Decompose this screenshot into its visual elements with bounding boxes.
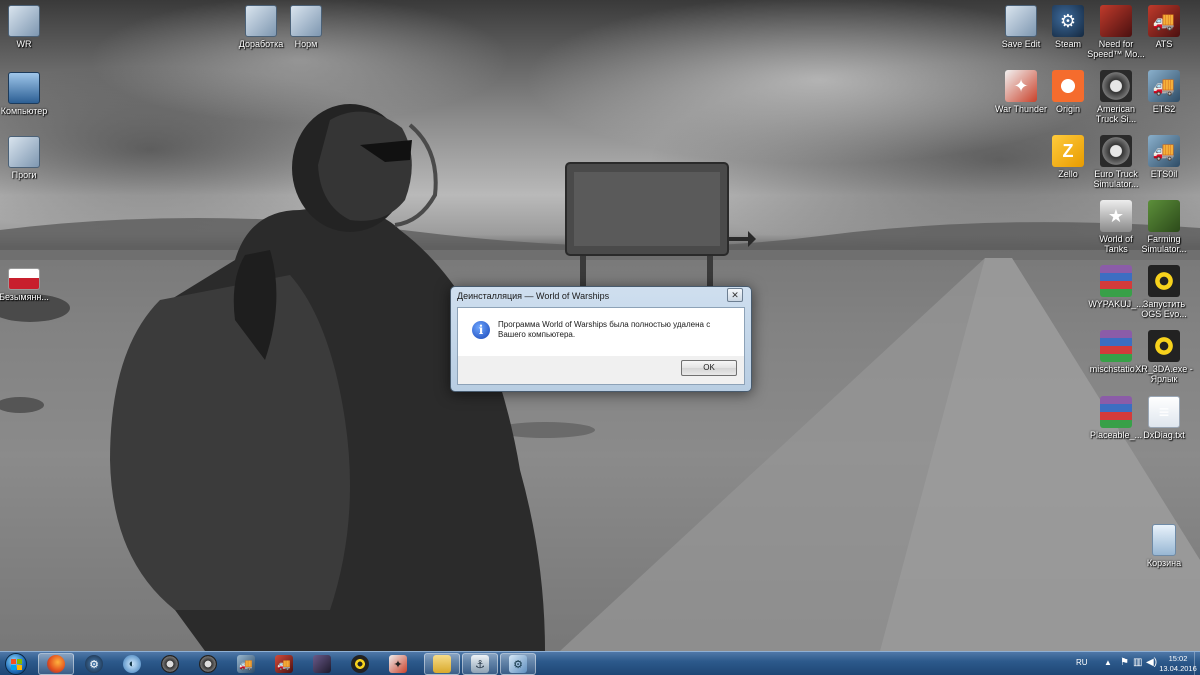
dialog-titlebar[interactable]: Деинсталляция — World of Warships ✕ bbox=[451, 287, 751, 307]
network-icon[interactable]: ▥ bbox=[1133, 657, 1142, 668]
dialog-message: Программа World of Warships была полност… bbox=[498, 320, 711, 339]
desktop-icon-label: ATS bbox=[1155, 39, 1173, 49]
dialog-message-area: i Программа World of Warships была полно… bbox=[458, 308, 744, 356]
game-icon bbox=[313, 655, 331, 673]
desktop-icon-label: DxDiag.txt bbox=[1143, 430, 1185, 440]
close-button[interactable]: ✕ bbox=[727, 288, 743, 302]
show-desktop-button[interactable] bbox=[1194, 652, 1200, 675]
taskbar-item-ets2[interactable] bbox=[190, 653, 226, 675]
taskbar-item-steam[interactable]: ⚙ bbox=[76, 653, 112, 675]
image-file-icon bbox=[8, 268, 40, 290]
taskbar-item-explorer[interactable] bbox=[424, 653, 460, 675]
radiation-icon bbox=[351, 655, 369, 673]
truck-icon: 🚚 bbox=[1148, 70, 1180, 102]
language-indicator[interactable]: RU bbox=[1076, 658, 1088, 667]
world-of-warships-icon: ⚓ bbox=[471, 655, 489, 673]
desktop-icon-wr[interactable]: WR bbox=[0, 5, 62, 49]
action-center-icon[interactable]: ⚑ bbox=[1120, 657, 1129, 668]
taskbar-item-stalker[interactable] bbox=[342, 653, 378, 675]
desktop-icon-label: WR bbox=[16, 39, 32, 49]
start-button[interactable] bbox=[2, 652, 30, 675]
desktop-icon-label: Безымянн... bbox=[0, 292, 49, 302]
taskbar-item-app[interactable]: ◐ bbox=[114, 653, 150, 675]
desktop-icon-label: Запустить OGS Evo... bbox=[1141, 299, 1187, 319]
truck-icon: 🚚 bbox=[237, 655, 255, 673]
globe-icon: ◐ bbox=[123, 655, 141, 673]
truck-icon: 🚚 bbox=[1148, 5, 1180, 37]
desktop-icon-label: XR_3DA.exe - Ярлык bbox=[1135, 364, 1193, 384]
windows-logo-icon bbox=[5, 653, 27, 675]
desktop-icon-ogs-evo[interactable]: Запустить OGS Evo... bbox=[1126, 265, 1200, 319]
desktop-icon-label: Проги bbox=[11, 170, 37, 180]
system-tray: RU ▲ ⚑ ▥ ◀) 15:02 13.04.2016 bbox=[1070, 652, 1200, 675]
folder-icon bbox=[8, 136, 40, 168]
desktop-icon-xr3da[interactable]: XR_3DA.exe - Ярлык bbox=[1126, 330, 1200, 384]
taskbar-item-ats[interactable] bbox=[152, 653, 188, 675]
taskbar-item-firefox[interactable] bbox=[38, 653, 74, 675]
desktop-icon-recycle-bin[interactable]: Корзина bbox=[1126, 524, 1200, 568]
desktop-icon-label: Корзина bbox=[1146, 558, 1182, 568]
taskbar-item-truck1[interactable]: 🚚 bbox=[228, 653, 264, 675]
truck-icon: 🚚 bbox=[1148, 135, 1180, 167]
desktop-icon-computer[interactable]: Компьютер bbox=[0, 72, 62, 116]
show-hidden-icons-button[interactable]: ▲ bbox=[1104, 658, 1112, 667]
taskbar-item-war-thunder[interactable]: ✦ bbox=[380, 653, 416, 675]
desktop-icon-dxdiag[interactable]: ≡ DxDiag.txt bbox=[1126, 396, 1200, 440]
recycle-bin-icon bbox=[1152, 524, 1176, 556]
desktop-icon-bezymyann[interactable]: Безымянн... bbox=[0, 268, 62, 302]
dialog-content: i Программа World of Warships была полно… bbox=[457, 307, 745, 385]
volume-icon[interactable]: ◀) bbox=[1146, 657, 1157, 668]
desktop-icon-farming-simulator[interactable]: Farming Simulator... bbox=[1126, 200, 1200, 254]
clock-date: 13.04.2016 bbox=[1159, 664, 1197, 673]
taskbar-item-game[interactable] bbox=[304, 653, 340, 675]
desktop-icon-label: ETS2 bbox=[1152, 104, 1176, 114]
desktop-icon-label: ETS0il bbox=[1150, 169, 1178, 179]
radiation-icon bbox=[1148, 330, 1180, 362]
close-icon: ✕ bbox=[731, 290, 739, 300]
war-thunder-icon: ✦ bbox=[389, 655, 407, 673]
desktop-icon-norm[interactable]: Норм bbox=[268, 5, 344, 49]
taskbar-item-wows[interactable]: ⚓ bbox=[462, 653, 498, 675]
desktop-icon-progi[interactable]: Проги bbox=[0, 136, 62, 180]
desktop-icon-ats[interactable]: 🚚 ATS bbox=[1126, 5, 1200, 49]
taskbar-item-installer[interactable]: ⚙ bbox=[500, 653, 536, 675]
dialog-title: Деинсталляция — World of Warships bbox=[457, 291, 610, 301]
clock[interactable]: 15:02 13.04.2016 bbox=[1158, 654, 1198, 674]
steam-icon: ⚙ bbox=[85, 655, 103, 673]
folder-icon bbox=[290, 5, 322, 37]
desktop-icon-label: Компьютер bbox=[0, 106, 48, 116]
truck-icon: 🚚 bbox=[275, 655, 293, 673]
farming-simulator-icon bbox=[1148, 200, 1180, 232]
desktop-icon-ets2[interactable]: 🚚 ETS2 bbox=[1126, 70, 1200, 114]
info-icon: i bbox=[472, 321, 490, 339]
radiation-icon bbox=[1148, 265, 1180, 297]
firefox-icon bbox=[47, 655, 65, 673]
folder-icon bbox=[433, 655, 451, 673]
taskbar: ⚙ ◐ 🚚 🚚 ✦ ⚓ ⚙ RU ▲ ⚑ ▥ ◀) 15:02 13.04.20… bbox=[0, 651, 1200, 675]
text-file-icon: ≡ bbox=[1148, 396, 1180, 428]
desktop-icon-label: Farming Simulator... bbox=[1141, 234, 1187, 254]
desktop-icon-label: Норм bbox=[294, 39, 318, 49]
gear-icon bbox=[199, 655, 217, 673]
clock-time: 15:02 bbox=[1168, 654, 1188, 663]
installer-icon: ⚙ bbox=[509, 655, 527, 673]
ok-button[interactable]: OK bbox=[681, 360, 737, 376]
desktop-icon-etsoil[interactable]: 🚚 ETS0il bbox=[1126, 135, 1200, 179]
computer-icon bbox=[8, 72, 40, 104]
gear-icon bbox=[161, 655, 179, 673]
taskbar-item-truck2[interactable]: 🚚 bbox=[266, 653, 302, 675]
folder-icon bbox=[8, 5, 40, 37]
uninstall-dialog: Деинсталляция — World of Warships ✕ i Пр… bbox=[450, 286, 752, 392]
